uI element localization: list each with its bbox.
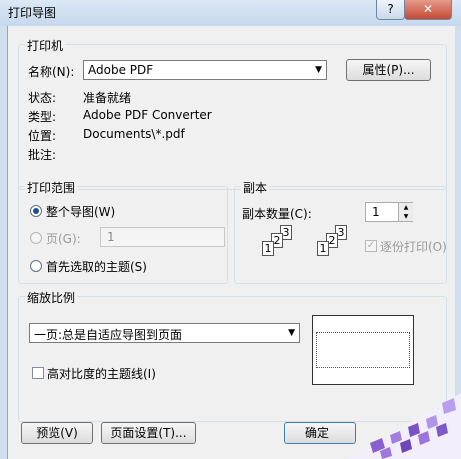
- whole-map-radio[interactable]: [30, 205, 42, 217]
- printer-group: 打印机 名称(N): Adobe PDF ▼ 属性(P)... 状态: 准备就绪…: [18, 37, 447, 190]
- printer-group-title: 打印机: [25, 37, 66, 54]
- high-contrast-label[interactable]: 高对比度的主题线(I): [47, 365, 156, 382]
- collate-checkbox[interactable]: ✓: [365, 240, 377, 252]
- page-preview: [312, 315, 414, 385]
- scale-mode-select[interactable]: 一页:总是自适应导图到页面 ▼: [29, 323, 300, 343]
- spin-down-icon[interactable]: ▼: [399, 212, 413, 221]
- spin-up-icon[interactable]: ▲: [399, 203, 413, 212]
- watermark-logo: [348, 393, 461, 459]
- print-range-title: 打印范围: [25, 179, 78, 196]
- page-preview-content: [316, 332, 410, 368]
- whole-map-label[interactable]: 整个导图(W): [46, 203, 115, 220]
- copies-group: 副本 副本数量(C): 1 ▲ ▼ 3 2 1 3 2 1 ✓ 逐份打印(O): [234, 179, 447, 284]
- location-label: 位置:: [28, 129, 57, 143]
- page-setup-button[interactable]: 页面设置(T)...: [101, 422, 196, 444]
- scale-title: 缩放比例: [25, 289, 78, 306]
- first-topic-label[interactable]: 首先选取的主题(S): [46, 258, 147, 275]
- pages-value: 1: [107, 230, 115, 244]
- status-label: 状态:: [28, 91, 57, 105]
- pages-label[interactable]: 页(G):: [46, 230, 81, 247]
- collate-label[interactable]: 逐份打印(O): [380, 238, 447, 255]
- copies-count-label: 副本数量(C):: [242, 207, 312, 221]
- location-value: Documents\*.pdf: [83, 127, 185, 141]
- chevron-down-icon: ▼: [288, 328, 295, 338]
- print-range-group: 打印范围 整个导图(W) 页(G): 1 首先选取的主题(S): [18, 179, 228, 284]
- properties-button[interactable]: 属性(P)...: [346, 59, 431, 81]
- scale-mode-value: 一页:总是自适应导图到页面: [34, 328, 183, 342]
- type-value: Adobe PDF Converter: [83, 108, 212, 122]
- printer-name-label: 名称(N):: [28, 65, 75, 79]
- copies-count-stepper[interactable]: 1 ▲ ▼: [365, 202, 413, 222]
- type-label: 类型:: [28, 110, 57, 124]
- copies-title: 副本: [241, 179, 270, 196]
- pages-input[interactable]: 1: [100, 227, 225, 247]
- chevron-down-icon: ▼: [315, 65, 322, 75]
- copies-spin-buttons[interactable]: ▲ ▼: [398, 203, 413, 221]
- page-1-icon: 1: [317, 241, 329, 256]
- comment-label: 批注:: [28, 148, 57, 162]
- window-title: 打印导图: [8, 6, 57, 20]
- help-button[interactable]: ?: [376, 0, 405, 20]
- page-1-icon: 1: [262, 241, 274, 256]
- high-contrast-checkbox[interactable]: [32, 367, 44, 379]
- title-bar: 打印导图 ? ✕: [0, 0, 461, 26]
- first-topic-radio[interactable]: [30, 260, 42, 272]
- status-value: 准备就绪: [83, 91, 132, 105]
- printer-name-value: Adobe PDF: [88, 63, 154, 77]
- copies-count-value: 1: [372, 205, 380, 219]
- printer-name-select[interactable]: Adobe PDF ▼: [83, 60, 327, 80]
- pages-radio[interactable]: [30, 232, 42, 244]
- close-button[interactable]: ✕: [404, 0, 452, 20]
- preview-button[interactable]: 预览(V): [21, 422, 93, 444]
